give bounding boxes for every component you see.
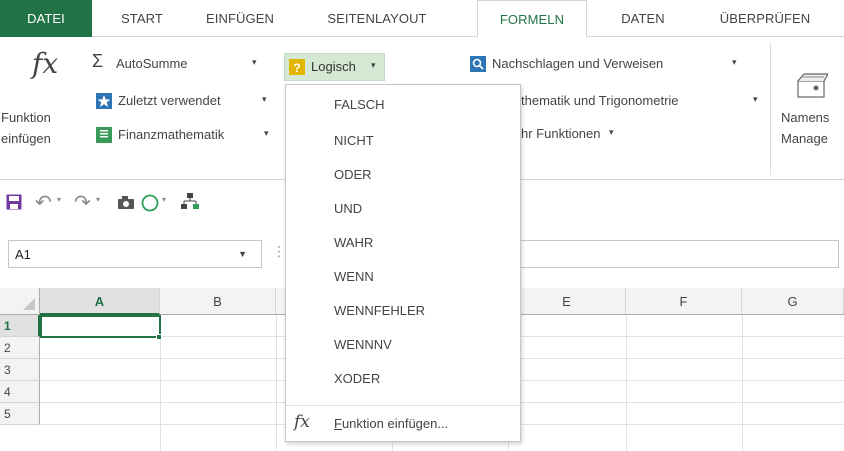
tab-file[interactable]: DATEI: [0, 0, 92, 37]
column-header-f[interactable]: F: [626, 288, 742, 315]
menu-item-insert-function[interactable]: fx Funktion einfügen...: [286, 409, 520, 439]
insert-function-line2: einfügen: [1, 131, 51, 146]
tab-start[interactable]: START: [96, 0, 188, 37]
camera-icon[interactable]: [117, 195, 135, 210]
corner-triangle-icon: [23, 298, 35, 310]
menu-item-wenn[interactable]: WENN: [286, 261, 520, 293]
more-functions-label: hr Funktionen: [521, 126, 601, 141]
chevron-down-icon: ▾: [753, 94, 758, 104]
tab-review[interactable]: ÜBERPRÜFEN: [700, 0, 830, 37]
active-cell-a1[interactable]: [40, 315, 161, 338]
name-box-value: A1: [15, 247, 31, 262]
save-icon[interactable]: [6, 194, 22, 210]
lookup-button[interactable]: Nachschlagen und Verweisen ▾: [470, 55, 770, 77]
book-icon: [96, 127, 112, 143]
name-manager-icon: [797, 73, 828, 98]
lookup-label: Nachschlagen und Verweisen: [492, 56, 664, 71]
ribbon-tabs: DATEI START EINFÜGEN SEITENLAYOUT FORMEL…: [0, 0, 844, 38]
circle-shape-icon[interactable]: [141, 194, 159, 212]
recently-used-button[interactable]: Zuletzt verwendet ▾: [92, 91, 282, 113]
formula-input[interactable]: [509, 240, 839, 268]
chevron-down-icon: ▾: [252, 57, 257, 67]
fx-icon: fx: [32, 47, 59, 80]
math-trig-button[interactable]: thematik und Trigonometrie ▾: [521, 93, 761, 115]
magnifier-icon: [470, 56, 486, 72]
insert-function-button[interactable]: fx Funktion einfügen: [0, 37, 88, 157]
name-manager-line1: Namens: [781, 110, 830, 125]
chevron-down-icon[interactable]: ▾: [96, 195, 100, 204]
column-header-g[interactable]: G: [742, 288, 844, 315]
insert-function-line1: Funktion: [1, 110, 51, 125]
sigma-icon: Σ: [92, 51, 104, 71]
menu-item-wahr[interactable]: WAHR: [286, 227, 520, 259]
menu-item-falsch[interactable]: FALSCH: [286, 89, 520, 121]
insert-function-rest: unktion einfügen...: [341, 416, 449, 431]
column-header-b[interactable]: B: [160, 288, 276, 315]
chevron-down-icon[interactable]: ▾: [162, 195, 166, 204]
row-header-5[interactable]: 5: [0, 403, 40, 425]
name-manager-button[interactable]: Namens Manage: [778, 37, 844, 157]
hierarchy-icon[interactable]: [180, 192, 200, 210]
logical-button[interactable]: ? Logisch ▾: [284, 53, 385, 81]
row-header-4[interactable]: 4: [0, 381, 40, 403]
svg-text:?: ?: [293, 61, 300, 75]
autosum-label: AutoSumme: [116, 56, 188, 71]
select-all-corner[interactable]: [0, 288, 40, 315]
autosum-button[interactable]: Σ AutoSumme ▾: [92, 51, 282, 77]
fx-icon: fx: [294, 412, 310, 432]
logical-functions-menu: FALSCH NICHT ODER UND WAHR WENN WENNFEHL…: [285, 84, 521, 442]
financial-button[interactable]: Finanzmathematik ▾: [92, 125, 282, 147]
question-icon: ?: [289, 59, 305, 75]
chevron-down-icon: ▾: [264, 128, 269, 138]
splitter-dots-icon[interactable]: ⋮: [272, 243, 286, 260]
more-functions-button[interactable]: hr Funktionen ▾: [521, 126, 681, 148]
row-header-1[interactable]: 1: [0, 315, 40, 337]
menu-item-nicht[interactable]: NICHT: [286, 125, 520, 157]
logical-label: Logisch: [311, 59, 356, 74]
chevron-down-icon: ▾: [732, 57, 737, 67]
menu-item-wennnv[interactable]: WENNNV: [286, 329, 520, 361]
fill-handle[interactable]: [156, 334, 162, 340]
menu-item-oder[interactable]: ODER: [286, 159, 520, 191]
menu-item-und[interactable]: UND: [286, 193, 520, 225]
math-trig-label: thematik und Trigonometrie: [521, 93, 679, 108]
chevron-down-icon: ▾: [262, 94, 267, 104]
column-header-e[interactable]: E: [508, 288, 626, 315]
tab-formulas[interactable]: FORMELN: [477, 0, 587, 38]
tab-data[interactable]: DATEN: [598, 0, 688, 37]
column-header-a[interactable]: A: [40, 288, 160, 315]
chevron-down-icon: ▾: [609, 127, 614, 137]
ribbon-separator: [770, 43, 771, 175]
name-box[interactable]: A1 ▼: [8, 240, 262, 268]
recently-used-label: Zuletzt verwendet: [118, 93, 221, 108]
financial-label: Finanzmathematik: [118, 127, 225, 142]
star-icon: [96, 93, 112, 109]
chevron-down-icon[interactable]: ▼: [238, 249, 247, 259]
undo-icon[interactable]: ↶: [35, 190, 52, 215]
accelerator-letter: F: [334, 416, 342, 431]
chevron-down-icon[interactable]: ▾: [57, 195, 61, 204]
chevron-down-icon: ▾: [371, 60, 376, 70]
insert-function-menu-label: Funktion einfügen...: [334, 416, 448, 431]
name-manager-line2: Manage: [781, 131, 828, 146]
row-header-2[interactable]: 2: [0, 337, 40, 359]
redo-icon[interactable]: ↷: [74, 190, 91, 215]
menu-item-wennfehler[interactable]: WENNFEHLER: [286, 295, 520, 327]
menu-item-xoder[interactable]: XODER: [286, 363, 520, 395]
tab-page-layout[interactable]: SEITENLAYOUT: [296, 0, 458, 37]
tab-insert[interactable]: EINFÜGEN: [190, 0, 290, 37]
menu-separator: [286, 405, 520, 406]
row-header-3[interactable]: 3: [0, 359, 40, 381]
